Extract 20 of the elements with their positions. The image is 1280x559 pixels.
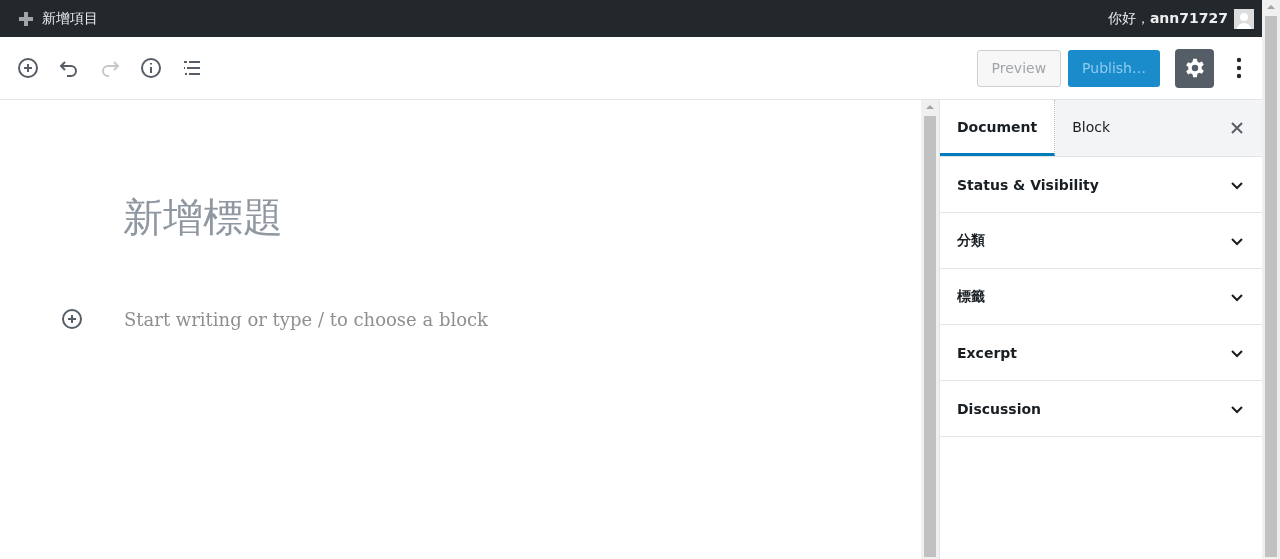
settings-icon: [1183, 57, 1206, 79]
settings-button[interactable]: [1175, 48, 1214, 88]
plus-icon: [18, 10, 34, 27]
avatar-icon[interactable]: [1234, 8, 1254, 29]
panel-title: 標籤: [957, 287, 985, 306]
sidebar-tab[interactable]: Block: [1055, 100, 1128, 156]
new-item-link[interactable]: 新增項目: [18, 9, 98, 28]
panel-title: Discussion: [957, 400, 1042, 417]
add-block-icon[interactable]: [60, 307, 84, 331]
scrollbar[interactable]: [921, 100, 939, 559]
panel-title: Excerpt: [957, 344, 1017, 361]
more-icon: [1236, 57, 1242, 79]
panel-title: Status & Visibility: [957, 176, 1099, 193]
greeting-text[interactable]: 你好，ann71727: [1107, 9, 1228, 28]
sidebar-tab[interactable]: Document: [940, 100, 1056, 156]
add-icon: [16, 56, 40, 80]
info-icon: [139, 56, 163, 80]
close-icon: [1230, 121, 1244, 135]
scrollbar[interactable]: [1262, 0, 1280, 559]
panel-title: 分類: [957, 231, 985, 250]
